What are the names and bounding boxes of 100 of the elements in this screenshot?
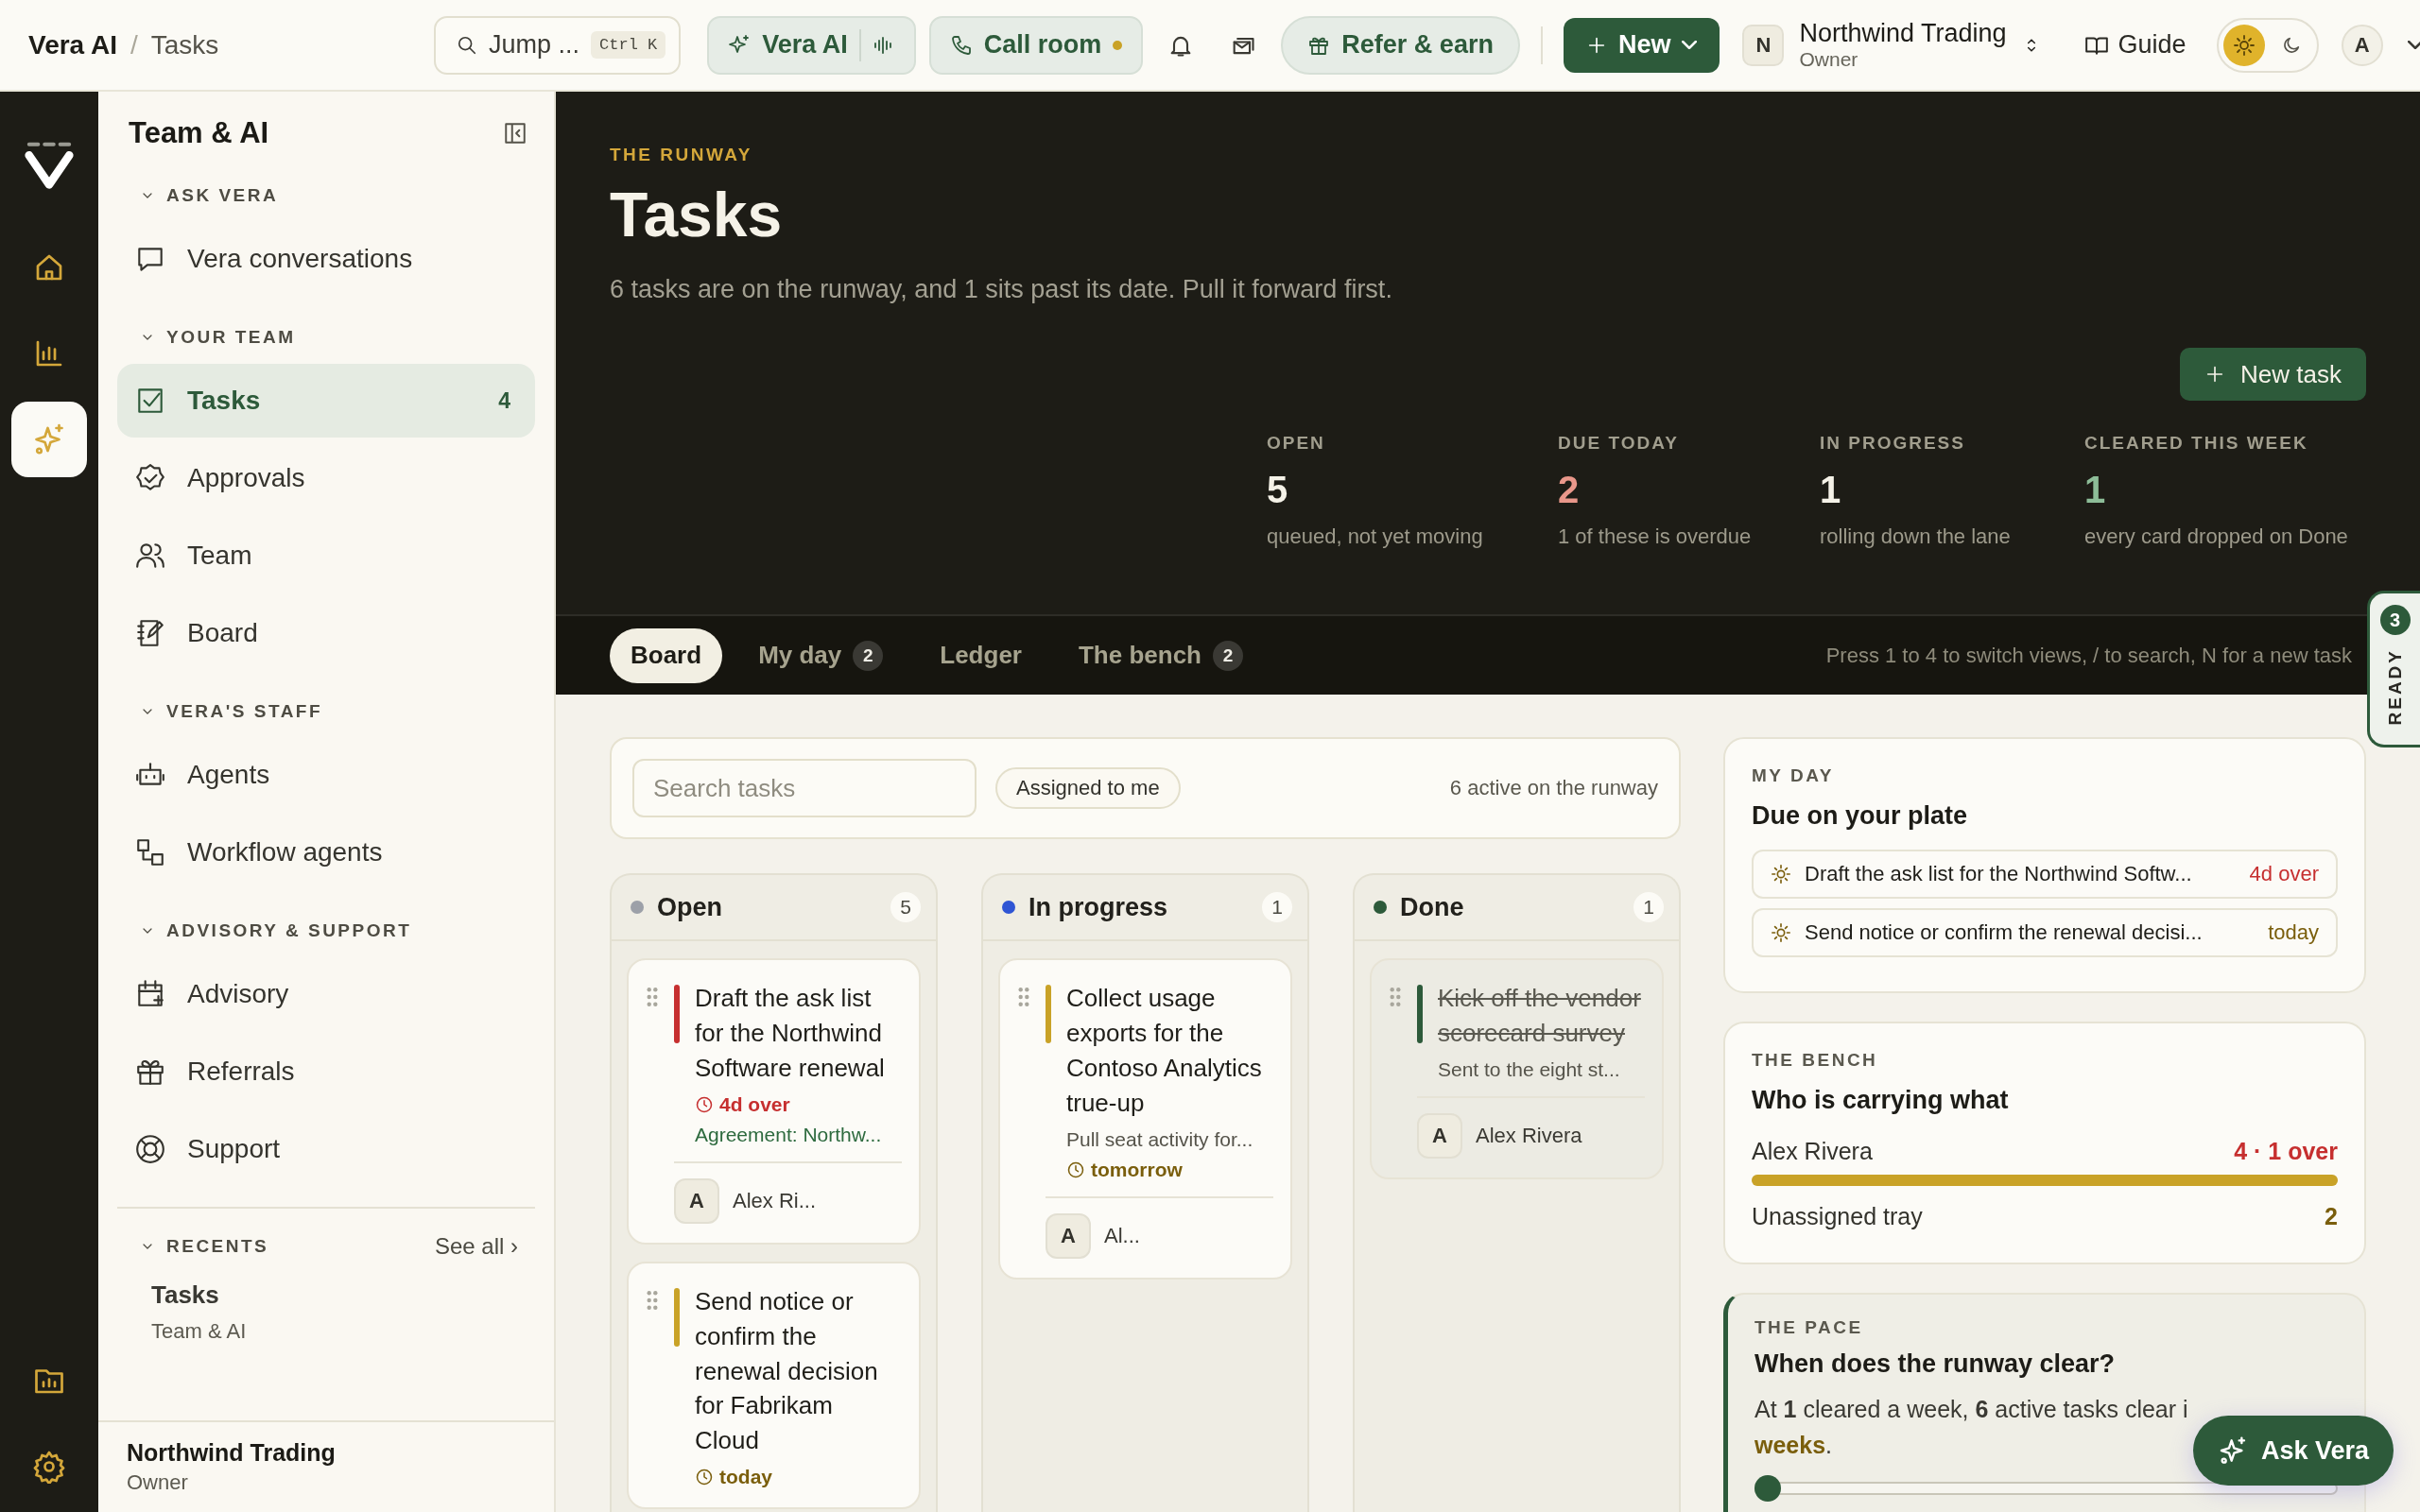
new-task-button[interactable]: New task: [2180, 348, 2366, 401]
drag-handle-icon[interactable]: [1017, 987, 1030, 1007]
stat-label: DUE TODAY: [1558, 433, 1680, 454]
task-note: Pull seat activity for...: [1066, 1127, 1254, 1151]
due-label: 4d over: [2249, 862, 2319, 886]
drag-handle-icon[interactable]: [646, 1289, 659, 1311]
sidebar-item[interactable]: Workflow agents: [117, 816, 535, 889]
assignee-name: Alex Ri...: [733, 1188, 817, 1213]
chevron-down-icon: [1682, 41, 1698, 49]
keyboard-hint: Press 1 to 4 to switch views, / to search, N for a new task: [1825, 643, 2352, 668]
sidebar-item[interactable]: Tasks 4: [117, 364, 535, 438]
user-avatar[interactable]: A: [2341, 24, 2383, 66]
section-header[interactable]: ASK VERA: [117, 169, 535, 222]
section-header[interactable]: YOUR TEAM: [117, 311, 535, 364]
light-mode-option[interactable]: [2222, 24, 2265, 66]
ready-tab[interactable]: 3 READY: [2367, 591, 2420, 747]
nav-icon: [134, 836, 166, 868]
tab-count: 2: [853, 640, 884, 671]
column-title: Done: [1400, 892, 1465, 922]
task-card[interactable]: Send notice or confirm the renewal decision for Fabrikam Cloud today: [627, 1261, 921, 1510]
search-field[interactable]: Search tasks: [632, 759, 977, 817]
section-header[interactable]: VERA'S STAFF: [117, 685, 535, 738]
sidebar-item[interactable]: Referrals: [117, 1035, 535, 1108]
jump-button[interactable]: Jump ... Ctrl K: [434, 15, 682, 75]
stat-caption: every card dropped on Done: [2084, 524, 2349, 549]
drag-handle-icon[interactable]: [646, 987, 659, 1007]
view-tab[interactable]: Board: [610, 627, 723, 683]
org-name: Northwind Trading: [1799, 20, 2007, 48]
sidebar-item[interactable]: Support: [117, 1112, 535, 1186]
column-count: 5: [890, 892, 921, 922]
card-title: When does the runway clear?: [1754, 1349, 2117, 1379]
chevron-down-icon[interactable]: [2407, 41, 2420, 49]
sidebar-item[interactable]: Vera conversations: [117, 222, 535, 296]
column-title: Open: [657, 892, 723, 922]
section-header[interactable]: ADVISORY & SUPPORT: [117, 904, 535, 957]
agreement-link[interactable]: Agreement: Northw...: [695, 1123, 902, 1146]
page-subtitle: 6 tasks are on the runway, and 1 sits past its date. Pull it forward first.: [610, 275, 1393, 304]
load-value: 4 · 1 over: [2234, 1138, 2338, 1165]
assignee-name: Alex Rivera: [1476, 1123, 1582, 1148]
section-header[interactable]: RECENTS: [117, 1220, 269, 1273]
assignee-name: Alex Rivera: [1752, 1138, 1873, 1165]
see-all-link[interactable]: See all ›: [434, 1233, 518, 1260]
eyebrow-label: THE RUNWAY: [610, 145, 753, 165]
theme-toggle[interactable]: [2216, 17, 2319, 73]
shortcut-key: Ctrl K: [591, 31, 666, 59]
column-count: 1: [1262, 892, 1292, 922]
view-tab[interactable]: My day 2: [737, 627, 905, 683]
workspace-role: Owner: [127, 1470, 189, 1495]
clock-icon: [695, 1094, 714, 1114]
collapse-sidebar-icon[interactable]: [503, 121, 527, 146]
filter-chip[interactable]: Assigned to me: [995, 767, 1181, 809]
pace-text: At 1 cleared a week, 6 active tasks clear i weeks.: [1754, 1395, 2188, 1460]
status-dot: [1113, 40, 1123, 50]
guide-button[interactable]: Guide: [2078, 29, 2192, 60]
view-tab[interactable]: The bench 2: [1057, 627, 1264, 683]
search-icon: [457, 34, 477, 56]
sidebar-title: Team & AI: [129, 116, 269, 150]
workspace-name[interactable]: Northwind Trading: [127, 1439, 526, 1467]
stat-value: 5: [1267, 469, 1289, 511]
assignee-name: Al...: [1104, 1223, 1140, 1248]
slider-thumb[interactable]: [1754, 1475, 1781, 1502]
breadcrumb-separator: /: [130, 29, 138, 60]
sidebar-item[interactable]: Agents: [117, 738, 535, 812]
view-tab[interactable]: Ledger: [919, 627, 1043, 683]
task-title: Collect usage exports for the Contoso Analytics true-up: [1066, 983, 1263, 1119]
sparkle-icon: [32, 422, 66, 456]
settings-icon[interactable]: [32, 1450, 66, 1484]
due-date: tomorrow: [1066, 1158, 1273, 1181]
clock-icon: [695, 1468, 714, 1487]
stat-value: 2: [1558, 469, 1581, 511]
drag-handle-icon[interactable]: [1389, 987, 1402, 1007]
org-role: Owner: [1799, 47, 1859, 70]
column-title: In progress: [1028, 892, 1169, 922]
assignee-avatar: A: [1046, 1212, 1091, 1259]
task-note: Sent to the eight st...: [1438, 1057, 1621, 1081]
ask-vera-button[interactable]: Ask Vera: [2192, 1416, 2394, 1486]
my-day-item[interactable]: Draft the ask list for the Northwind Softw... 4d over: [1752, 850, 2338, 899]
sidebar-item[interactable]: Team: [117, 519, 535, 593]
vera-ai-button[interactable]: Vera AI: [707, 15, 916, 75]
task-card[interactable]: Kick off the vendor scorecard survey Sent to the eight st... A Alex Rivera: [1370, 958, 1664, 1179]
stat-value: 1: [1820, 469, 1842, 511]
item-count: 4: [498, 387, 510, 414]
ai-nav-button[interactable]: [11, 402, 87, 477]
task-card[interactable]: Draft the ask list for the Northwind Software renewal 4d over Agreement: Northw... A Alex Ri...: [627, 958, 921, 1245]
recent-item[interactable]: Tasks: [151, 1280, 535, 1310]
stat-label: OPEN: [1267, 433, 1326, 454]
task-card[interactable]: Collect usage exports for the Contoso Analytics true-up Pull seat activity for... tomorrow A Al...: [998, 958, 1292, 1280]
new-button[interactable]: New: [1563, 17, 1720, 73]
card-eyebrow: THE BENCH: [1752, 1050, 1879, 1071]
sidebar-item[interactable]: Board: [117, 596, 535, 670]
card-title: Who is carrying what: [1752, 1086, 2010, 1115]
task-title: Send notice or confirm the renewal decisi...: [1805, 920, 2204, 945]
my-day-item[interactable]: Send notice or confirm the renewal decisi... today: [1752, 908, 2338, 957]
refer-button[interactable]: Refer & earn: [1281, 15, 1520, 75]
breadcrumb-item[interactable]: Tasks: [150, 29, 219, 60]
sidebar-item[interactable]: Approvals: [117, 441, 535, 515]
breadcrumb-item[interactable]: Vera AI: [28, 29, 117, 60]
sidebar-item[interactable]: Advisory: [117, 957, 535, 1031]
organization-switcher[interactable]: N Northwind Trading Owner: [1742, 20, 2041, 70]
call-room-button[interactable]: Call room: [928, 15, 1144, 75]
